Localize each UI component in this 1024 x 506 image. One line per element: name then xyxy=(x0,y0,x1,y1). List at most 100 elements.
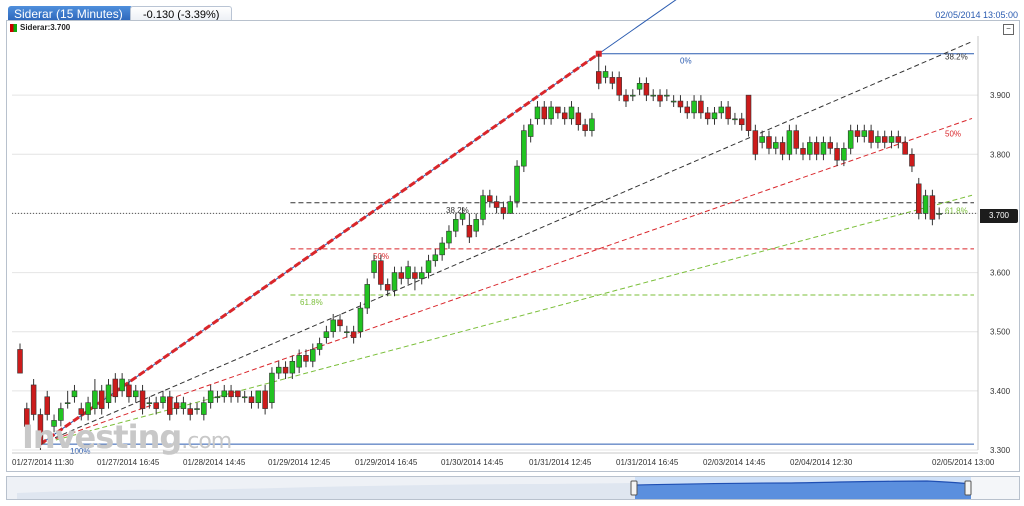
candle-body xyxy=(854,130,861,137)
candle-body xyxy=(269,372,275,403)
x-tick-label: 02/05/2014 13:00 xyxy=(932,458,995,467)
y-tick-label: 3.500 xyxy=(990,328,1011,337)
candle-body xyxy=(766,136,772,149)
candle-body xyxy=(888,136,895,143)
candle-body xyxy=(514,165,520,202)
candle-body xyxy=(180,402,187,409)
candle-body xyxy=(813,142,820,155)
candle-body xyxy=(609,77,616,84)
candle-body xyxy=(541,106,548,120)
y-tick-label: 3.300 xyxy=(990,446,1011,455)
candle-body xyxy=(432,254,439,262)
candle-body xyxy=(439,242,445,256)
candle-body xyxy=(194,408,200,410)
candle-body xyxy=(793,130,799,149)
candle-body xyxy=(384,284,391,291)
candle-body xyxy=(248,396,255,403)
candle-body xyxy=(841,148,847,161)
candle-body xyxy=(555,106,561,114)
candle-body xyxy=(105,384,112,403)
candle-body xyxy=(160,396,166,403)
candle-body xyxy=(895,136,902,143)
candle-body xyxy=(623,94,629,102)
candle-body xyxy=(173,402,180,409)
candle-body xyxy=(282,366,289,374)
candle-body xyxy=(85,402,91,415)
candle-body xyxy=(738,118,745,126)
fib-fan-label: 61.8% xyxy=(945,206,968,215)
candle-body xyxy=(153,402,159,409)
candle-body xyxy=(636,83,643,90)
candle-body xyxy=(323,331,330,338)
candle-body xyxy=(589,118,595,131)
candle-body xyxy=(834,148,840,161)
candle-body xyxy=(527,124,534,137)
x-tick-label: 01/30/2014 14:45 xyxy=(441,458,504,467)
candle-body xyxy=(235,390,241,398)
x-tick-label: 01/29/2014 12:45 xyxy=(268,458,331,467)
candle-body xyxy=(602,71,609,78)
candle-body xyxy=(275,366,282,374)
candle-body xyxy=(916,183,922,214)
candle-body xyxy=(296,355,302,368)
candle-body xyxy=(929,195,936,220)
candle-body xyxy=(861,130,868,137)
candle-body xyxy=(446,230,452,244)
candle-body xyxy=(650,94,656,97)
candle-body xyxy=(779,142,786,155)
candle-body xyxy=(473,219,479,232)
last-price-label: 3.700 xyxy=(980,209,1018,223)
candle-body xyxy=(616,77,622,96)
candle-body xyxy=(425,260,432,273)
x-tick-label: 01/27/2014 11:30 xyxy=(12,458,74,467)
candle-body xyxy=(344,331,350,334)
candle-body xyxy=(391,272,398,291)
candle-body xyxy=(521,130,527,167)
candle-body xyxy=(310,349,316,362)
candle-body xyxy=(759,136,765,143)
fib-fan-line xyxy=(40,41,973,445)
candle-body xyxy=(909,153,915,167)
candle-body xyxy=(201,402,207,415)
candle-body xyxy=(561,112,568,120)
candle-body xyxy=(752,130,759,155)
candle-body xyxy=(214,396,221,399)
candle-body xyxy=(459,213,466,220)
x-tick-label: 02/03/2014 14:45 xyxy=(703,458,766,467)
investing-logo: Investing.com xyxy=(22,418,232,456)
candle-body xyxy=(330,319,336,333)
candle-body xyxy=(187,408,193,415)
candle-body xyxy=(936,213,942,215)
candle-body xyxy=(630,94,636,97)
fib-fan-line xyxy=(40,117,973,445)
candle-body xyxy=(112,378,119,398)
candle-body xyxy=(228,390,234,398)
candle-body xyxy=(371,260,377,273)
candle-body xyxy=(64,402,71,404)
candle-body xyxy=(262,390,268,409)
candle-body xyxy=(337,319,343,327)
candle-body xyxy=(119,378,125,392)
candle-body xyxy=(289,360,296,374)
candle-body xyxy=(643,83,650,96)
candle-body xyxy=(868,130,874,143)
x-tick-label: 01/28/2014 14:45 xyxy=(183,458,246,467)
candle-body xyxy=(725,106,731,120)
candle-body xyxy=(30,384,37,415)
navigator-left-handle[interactable] xyxy=(630,480,638,496)
candle-body xyxy=(827,142,834,149)
navigator-overview xyxy=(7,477,972,499)
navigator-scrollbar[interactable] xyxy=(6,476,1020,500)
fib-level-label: 0% xyxy=(680,57,692,66)
candle-body xyxy=(773,142,779,149)
candle-body xyxy=(575,112,582,126)
candle-body xyxy=(126,384,132,398)
candle-body xyxy=(350,331,357,338)
x-tick-label: 01/29/2014 16:45 xyxy=(355,458,418,467)
candle-body xyxy=(98,390,105,409)
x-tick-label: 01/31/2014 12:45 xyxy=(529,458,592,467)
candle-body xyxy=(922,195,929,214)
x-tick-label: 02/04/2014 12:30 xyxy=(790,458,853,467)
navigator-right-handle[interactable] xyxy=(964,480,972,496)
candle-body xyxy=(500,207,507,214)
